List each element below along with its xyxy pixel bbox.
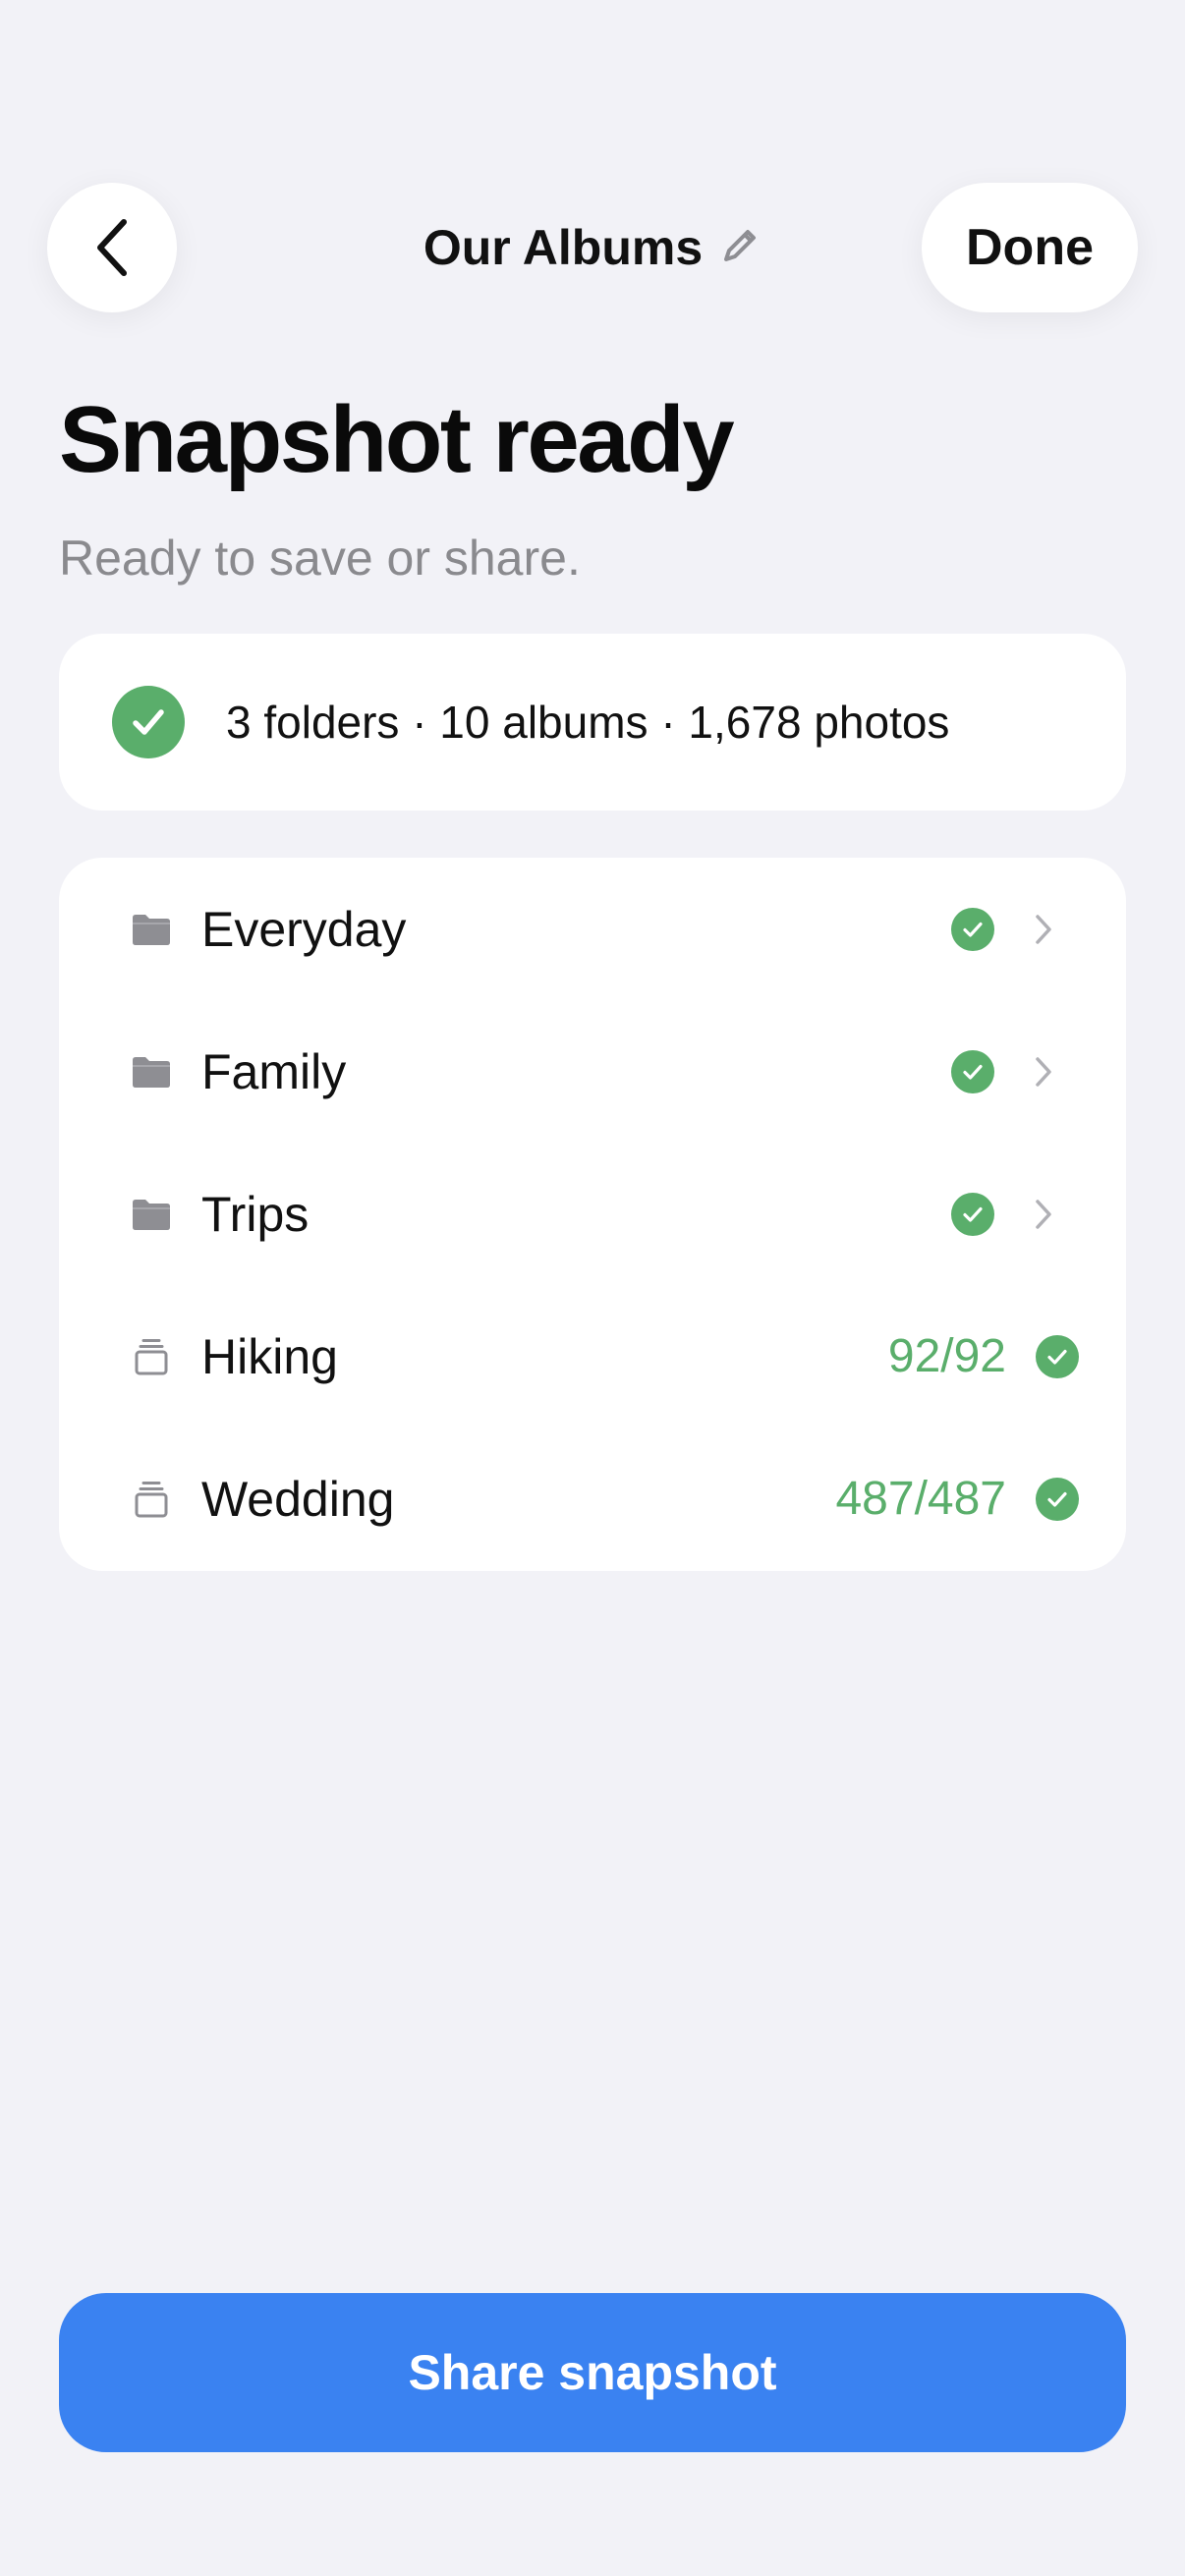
done-button[interactable]: Done bbox=[922, 183, 1138, 312]
item-label: Wedding bbox=[201, 1471, 395, 1527]
folder-icon bbox=[130, 1193, 173, 1236]
item-label: Hiking bbox=[201, 1328, 338, 1384]
photo-count: 487/487 bbox=[835, 1473, 1006, 1525]
list-item-hiking[interactable]: Hiking 92/92 bbox=[59, 1285, 1126, 1428]
checkmark-circle-icon bbox=[112, 686, 185, 758]
album-stack-icon bbox=[130, 1478, 173, 1521]
summary-text: 3 folders · 10 albums · 1,678 photos bbox=[226, 697, 950, 748]
checkmark-circle-icon bbox=[951, 1049, 994, 1093]
checkmark-circle-icon bbox=[951, 907, 994, 951]
checkmark-circle-icon bbox=[1036, 1477, 1079, 1521]
nav-title: Our Albums bbox=[423, 220, 704, 275]
checkmark-circle-icon bbox=[1036, 1334, 1079, 1378]
chevron-right-icon bbox=[1032, 1052, 1055, 1092]
chevron-right-icon bbox=[1032, 1195, 1055, 1234]
folder-icon bbox=[130, 1050, 173, 1093]
screen: Our Albums Done Snapshot ready Ready to … bbox=[0, 0, 1185, 2576]
photo-count: 92/92 bbox=[887, 1330, 1006, 1382]
checkmark-circle-icon bbox=[951, 1192, 994, 1236]
folder-icon bbox=[130, 908, 173, 951]
album-stack-icon bbox=[130, 1335, 173, 1378]
page-subtitle: Ready to save or share. bbox=[59, 531, 581, 586]
items-list: Everyday Family Trips Hiking 92/92 Weddi… bbox=[59, 858, 1126, 1571]
item-label: Everyday bbox=[201, 901, 407, 957]
list-item-everyday[interactable]: Everyday bbox=[59, 858, 1126, 1000]
summary-card: 3 folders · 10 albums · 1,678 photos bbox=[59, 634, 1126, 811]
chevron-right-icon bbox=[1032, 910, 1055, 949]
list-item-family[interactable]: Family bbox=[59, 1000, 1126, 1143]
page-title: Snapshot ready bbox=[59, 387, 735, 492]
item-label: Family bbox=[201, 1043, 347, 1099]
share-snapshot-button[interactable]: Share snapshot bbox=[59, 2293, 1126, 2452]
list-item-wedding[interactable]: Wedding 487/487 bbox=[59, 1428, 1126, 1570]
pencil-icon[interactable] bbox=[718, 224, 762, 272]
list-item-trips[interactable]: Trips bbox=[59, 1143, 1126, 1285]
item-label: Trips bbox=[201, 1186, 310, 1242]
